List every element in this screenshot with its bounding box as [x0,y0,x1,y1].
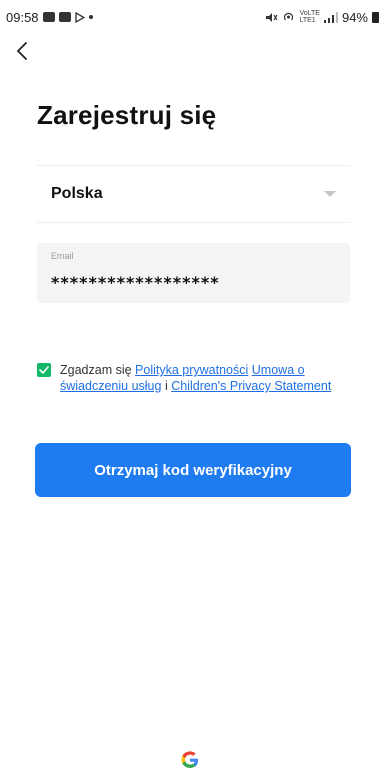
more-notifications-icon [88,15,93,19]
consent-text: Zgadzam się Polityka prywatności Umowa o… [60,362,337,394]
country-select[interactable]: Polska [37,165,350,223]
get-verification-code-button[interactable]: Otrzymaj kod weryfikacyjny [35,443,351,497]
network-type: VoLTE LTE1 [299,10,320,24]
children-privacy-link[interactable]: Children's Privacy Statement [171,379,331,393]
network-label-bottom: LTE1 [299,17,316,24]
hotspot-icon [284,12,294,21]
google-g-icon[interactable] [180,750,200,770]
status-bar: 09:58 VoLTE LTE1 94% [0,0,387,34]
privacy-policy-link[interactable]: Polityka prywatności [135,363,248,377]
battery-icon [372,11,379,23]
email-field[interactable]: Email [37,243,350,303]
back-button[interactable] [10,38,34,64]
status-bar-left: 09:58 [6,10,93,25]
country-value: Polska [51,185,103,202]
consent-prefix: Zgadzam się [60,363,132,377]
consent-row: Zgadzam się Polityka prywatności Umowa o… [37,362,337,394]
page-title: Zarejestruj się [37,100,217,130]
consent-checkbox[interactable] [37,363,51,377]
network-label-top: VoLTE [299,10,320,17]
signal-icon [323,11,338,23]
notification-icon [42,12,55,22]
youtube-icon [58,12,71,22]
chevron-left-icon [17,42,27,60]
consent-conjunction: i [164,379,168,393]
battery-percentage: 94% [341,9,368,25]
status-bar-right: VoLTE LTE1 94% [265,10,379,25]
email-label: Email [51,251,74,261]
play-store-icon [74,11,85,23]
email-input[interactable] [51,273,336,292]
status-time: 09:58 [6,9,39,25]
mute-icon [266,12,278,22]
checkmark-icon [39,366,49,374]
caret-down-icon [324,191,336,197]
